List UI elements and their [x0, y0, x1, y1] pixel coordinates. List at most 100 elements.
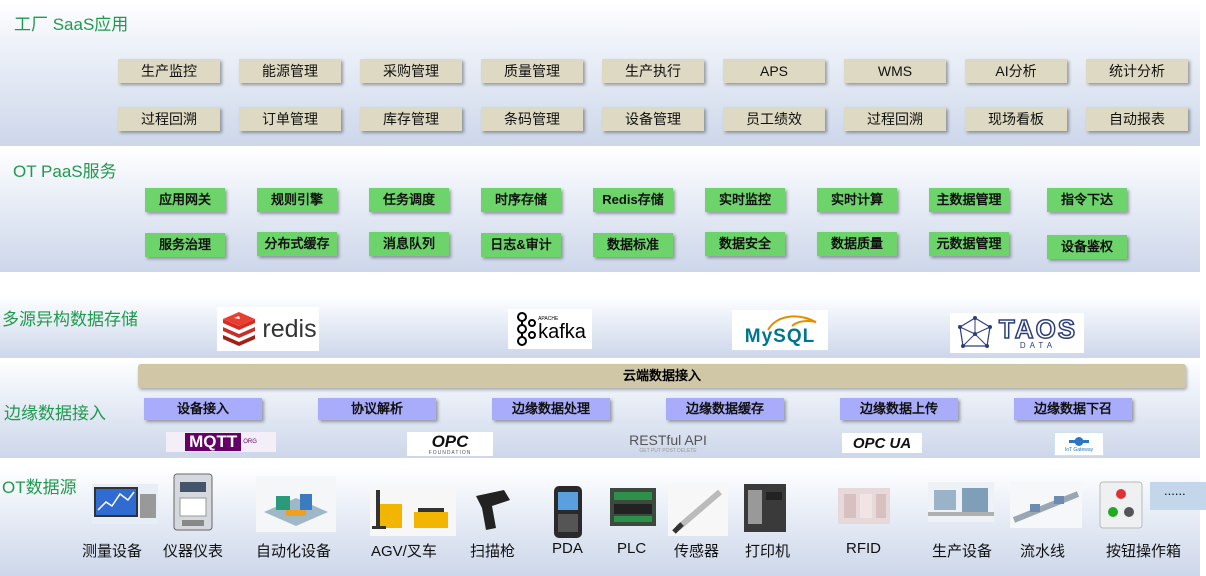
paas-chip[interactable]: Redis存储: [593, 188, 673, 212]
device-label: 生产设备: [932, 543, 993, 560]
paas-chip[interactable]: 数据标准: [593, 233, 673, 257]
kafka-wordmark: kafka: [538, 320, 586, 343]
barcode-scanner-icon: [476, 490, 510, 530]
measurement-device-icon: [92, 484, 158, 524]
restful-wordmark: RESTful API: [629, 431, 707, 448]
rfid-icon: [838, 488, 890, 524]
saas-chip[interactable]: 生产执行: [602, 59, 704, 83]
saas-chip[interactable]: 过程回溯: [118, 107, 220, 131]
printer-icon: [744, 484, 786, 532]
saas-chip[interactable]: 统计分析: [1086, 59, 1188, 83]
saas-chip[interactable]: 能源管理: [239, 59, 341, 83]
edge-chip[interactable]: 边缘数据上传: [840, 398, 958, 420]
paas-chip[interactable]: 指令下达: [1047, 188, 1127, 212]
device-label: AGV/叉车: [371, 543, 437, 560]
paas-chip[interactable]: 规则引擎: [257, 188, 337, 212]
assembly-line-icon: [1010, 482, 1082, 528]
mqtt-logo: MQTT ORG: [166, 432, 276, 452]
device-label: 仪器仪表: [163, 543, 224, 560]
edge-chip[interactable]: 设备接入: [144, 398, 262, 420]
paas-chip[interactable]: 消息队列: [369, 232, 449, 256]
saas-chip[interactable]: 现场看板: [965, 107, 1067, 131]
more-devices-label: ......: [1164, 483, 1186, 498]
mqtt-wordmark: MQTT: [185, 433, 242, 451]
redis-logo: redis: [217, 307, 319, 351]
device-label: 扫描枪: [470, 543, 516, 560]
paas-chip[interactable]: 设备鉴权: [1047, 235, 1127, 259]
saas-chip[interactable]: 库存管理: [360, 107, 462, 131]
device-label: 按钮操作箱: [1106, 543, 1182, 560]
edge-chip[interactable]: 边缘数据下召: [1014, 398, 1132, 420]
mqtt-sub: ORG: [243, 439, 257, 445]
opcua-wordmark: OPC UA: [852, 434, 912, 452]
taos-network-icon: [957, 316, 992, 348]
saas-title: 工厂 SaaS应用: [14, 15, 129, 34]
button-operation-box-icon: [1099, 481, 1143, 529]
device-label: PDA: [552, 540, 583, 557]
kafka-logo: APACHE kafka: [508, 309, 592, 349]
saas-chip[interactable]: 设备管理: [602, 107, 704, 131]
edge-chip[interactable]: 边缘数据处理: [492, 398, 610, 420]
device-label: RFID: [846, 540, 881, 557]
paas-chip[interactable]: 数据安全: [705, 232, 785, 256]
cloud-data-access-bar[interactable]: 云端数据接入: [138, 364, 1186, 388]
dolphin-icon: [767, 315, 817, 331]
paas-chip[interactable]: 日志&审计: [481, 233, 561, 257]
saas-chip[interactable]: AI分析: [965, 59, 1067, 83]
pda-icon: [554, 486, 582, 538]
device-label: 自动化设备: [256, 543, 332, 560]
edge-title: 边缘数据接入: [4, 404, 106, 423]
saas-chip[interactable]: 采购管理: [360, 59, 462, 83]
automation-equipment-icon: [256, 476, 336, 532]
paas-chip[interactable]: 数据质量: [817, 232, 897, 256]
paas-chip[interactable]: 元数据管理: [929, 232, 1009, 256]
saas-chip[interactable]: 质量管理: [481, 59, 583, 83]
paas-chip[interactable]: 应用网关: [145, 188, 225, 212]
plc-icon: [610, 488, 656, 526]
saas-chip[interactable]: 条码管理: [481, 107, 583, 131]
opc-sub: FOUNDATION: [428, 449, 472, 456]
taos-logo: TAOS DATA: [950, 313, 1084, 353]
ot-title: OT数据源: [2, 478, 77, 497]
iot-gateway-logo: IoT Gateway: [1054, 432, 1104, 456]
taos-wordmark: TAOS: [998, 314, 1078, 344]
device-label: 测量设备: [82, 543, 143, 560]
saas-chip[interactable]: WMS: [844, 59, 946, 83]
saas-chip[interactable]: 过程回溯: [844, 107, 946, 131]
iot-gateway-label: IoT Gateway: [1064, 446, 1094, 453]
device-label: 流水线: [1020, 543, 1066, 560]
production-equipment-icon: [928, 482, 994, 522]
paas-chip[interactable]: 主数据管理: [929, 188, 1009, 212]
saas-chip[interactable]: APS: [723, 59, 825, 83]
paas-chip[interactable]: 任务调度: [369, 188, 449, 212]
opcua-logo: OPC UA: [842, 433, 922, 453]
instrument-meter-icon: [173, 473, 213, 531]
paas-chip[interactable]: 时序存储: [481, 188, 561, 212]
paas-chip[interactable]: 实时计算: [817, 188, 897, 212]
restful-sub: GET PUT POST DELETE: [639, 447, 697, 454]
saas-chip[interactable]: 订单管理: [239, 107, 341, 131]
iot-gateway-icon: [1069, 436, 1089, 446]
device-label: PLC: [617, 540, 647, 557]
restful-logo: RESTful API GET PUT POST DELETE: [625, 431, 711, 455]
edge-chip[interactable]: 协议解析: [318, 398, 436, 420]
paas-chip[interactable]: 分布式缓存: [257, 232, 337, 256]
paas-chip[interactable]: 服务治理: [145, 233, 225, 257]
paas-chip[interactable]: 实时监控: [705, 188, 785, 212]
sensor-icon: [668, 484, 728, 536]
device-label: 打印机: [745, 543, 791, 560]
saas-chip[interactable]: 员工绩效: [723, 107, 825, 131]
redis-icon: [223, 312, 256, 346]
saas-chip[interactable]: 生产监控: [118, 59, 220, 83]
redis-wordmark: redis: [262, 314, 317, 343]
edge-chip[interactable]: 边缘数据缓存: [666, 398, 784, 420]
storage-title: 多源异构数据存储: [2, 310, 138, 329]
taos-subtitle: DATA: [1019, 341, 1057, 350]
agv-forklift-icon: [370, 486, 456, 536]
opc-wordmark: OPC: [431, 431, 469, 451]
device-label: 传感器: [674, 543, 720, 560]
kafka-icon: [517, 312, 537, 346]
paas-title: OT PaaS服务: [13, 162, 117, 181]
saas-chip[interactable]: 自动报表: [1086, 107, 1188, 131]
mysql-logo: MySQL: [732, 310, 828, 350]
